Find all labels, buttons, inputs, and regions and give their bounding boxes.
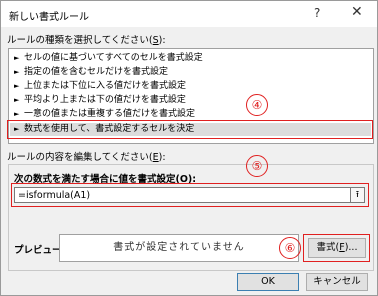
close-icon[interactable]: ✕	[351, 4, 363, 20]
arrow-right-icon: ►	[14, 82, 20, 90]
rule-type-item[interactable]: ► 上位または下位に入る値だけを書式設定	[10, 80, 371, 93]
callout-4: ④	[246, 94, 268, 116]
new-formatting-rule-dialog: 新しい書式ルール ? ✕ ルールの種類を選択してください(S): ► セルの値に基…	[0, 0, 378, 296]
highlight-rule-type	[7, 120, 373, 139]
highlight-formula	[11, 183, 369, 207]
rule-description-label: ルールの内容を編集してください(E):	[7, 152, 166, 163]
arrow-right-icon: ►	[14, 68, 20, 76]
rule-type-item[interactable]: ► セルの値に基づいてすべてのセルを書式設定	[10, 52, 371, 65]
rule-type-label: ルールの種類を選択してください(S):	[7, 35, 166, 46]
title-bar: 新しい書式ルール ? ✕	[1, 1, 377, 27]
preview-box: 書式が設定されていません	[59, 234, 299, 262]
callout-5: ⑤	[246, 155, 268, 177]
cancel-button[interactable]: キャンセル	[306, 273, 368, 291]
rule-type-item[interactable]: ► 平均より上または下の値だけを書式設定	[10, 94, 371, 107]
arrow-right-icon: ►	[14, 96, 20, 104]
preview-label: プレビュー:	[14, 245, 66, 256]
callout-6: ⑥	[279, 237, 301, 259]
arrow-right-icon: ►	[14, 54, 20, 62]
highlight-format-button	[303, 234, 370, 262]
help-icon[interactable]: ?	[314, 6, 320, 20]
dialog-title: 新しい書式ルール	[9, 12, 89, 23]
ok-button[interactable]: OK	[237, 273, 299, 291]
rule-type-item[interactable]: ► 指定の値を含むセルだけを書式設定	[10, 66, 371, 79]
